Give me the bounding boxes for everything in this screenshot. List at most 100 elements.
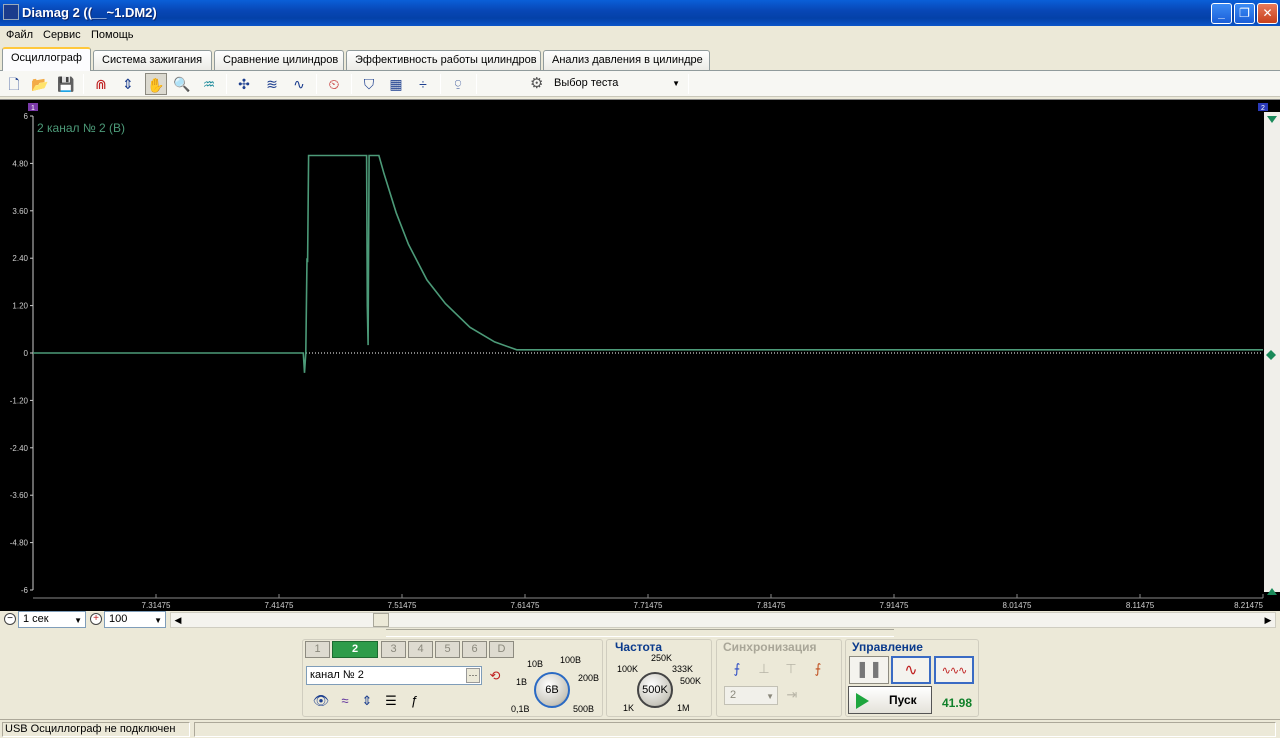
gear-icon: ⚙ (530, 75, 544, 92)
zoom-select[interactable]: 100 ▼ (104, 611, 166, 628)
single-sweep-icon[interactable]: ∿ (891, 656, 931, 684)
split-icon[interactable]: ÷ (412, 73, 434, 95)
voltage-label-500v: 500В (573, 704, 595, 714)
voltage-label-0-1v: 0,1В (511, 704, 530, 714)
channel-separate-icon[interactable]: ✣ (233, 73, 255, 95)
y-tick-label: -2.40 (10, 444, 29, 453)
cursor-b-icon[interactable]: ⇕ (117, 73, 139, 95)
tab-strip: Осциллограф Система зажигания Сравнение … (0, 47, 1280, 71)
scroll-thumb[interactable] (373, 613, 389, 627)
voltage-label-1v: 1В (516, 677, 528, 687)
timebase-select[interactable]: 1 сек ▼ (18, 611, 86, 628)
close-button[interactable]: ✕ (1257, 3, 1278, 24)
auto-icon[interactable]: ⍜ (447, 73, 469, 95)
channel-button-5[interactable]: 5 (435, 641, 460, 658)
channel-button-2[interactable]: 2 (332, 641, 378, 658)
window-title: Diamag 2 ((__~1.DM2) (22, 5, 157, 20)
chevron-down-icon: ▼ (154, 616, 162, 625)
oscilloscope-chart[interactable]: 6 4.80 3.60 2.40 1.20 0 -1.20 -2.40 -3.60 -4.80 -6… (0, 100, 1280, 612)
run-button[interactable]: Пуск (848, 686, 932, 714)
zoom-out-icon[interactable]: − (4, 613, 16, 625)
menu-file[interactable]: Файл (6, 29, 33, 41)
line-style-icon[interactable]: ☰ (381, 691, 401, 711)
voltage-knob-value: 6В (545, 684, 559, 696)
maximize-button[interactable]: ❐ (1234, 3, 1255, 24)
open-icon[interactable]: 📂 (29, 73, 51, 95)
zoom-in-icon[interactable]: + (90, 613, 102, 625)
sync-title: Синхронизация (723, 640, 817, 654)
y-tick-label: -1.20 (10, 396, 29, 405)
zoom-icon[interactable]: 🔍 (171, 73, 193, 95)
channel-reset-icon[interactable]: ⟲ (485, 666, 505, 686)
scroll-right-icon[interactable]: ▶ (1261, 613, 1275, 627)
pause-icon[interactable]: ❚❚ (849, 656, 889, 684)
sync-channel-value: 2 (730, 689, 737, 701)
x-tick-label: 7.51475 (388, 601, 417, 610)
chevron-down-icon: ▼ (672, 79, 680, 88)
test-select-dropdown[interactable]: ⚙ Выбор теста ▼ (528, 73, 686, 95)
sync-rising-icon[interactable]: ⨍ (726, 659, 748, 679)
tab-ignition-system[interactable]: Система зажигания (93, 50, 212, 70)
chart-background (0, 100, 1280, 612)
tab-cylinder-pressure[interactable]: Анализ давления в цилиндре (543, 50, 710, 70)
voltage-label-10v: 10В (527, 659, 544, 669)
timebase-value: 1 сек (23, 613, 49, 625)
minimize-button[interactable]: _ (1211, 3, 1232, 24)
channel-button-3[interactable]: 3 (381, 641, 406, 658)
hand-icon[interactable]: ✋ (145, 73, 167, 95)
panel-splitter[interactable] (386, 629, 894, 637)
channel-button-1[interactable]: 1 (305, 641, 330, 658)
oscilloscope-panel: 6 4.80 3.60 2.40 1.20 0 -1.20 -2.40 -3.60 -4.80 -6… (0, 99, 1280, 612)
tab-cylinder-efficiency[interactable]: Эффективность работы цилиндров (346, 50, 541, 70)
sync-auto-icon[interactable]: ⨍ (807, 659, 829, 679)
new-icon[interactable]: 🗋 (3, 73, 25, 95)
tab-oscilloscope[interactable]: Осциллограф (2, 47, 91, 71)
tab-label: Анализ давления в цилиндре (552, 54, 703, 66)
tab-label: Система зажигания (102, 54, 203, 66)
tab-cylinder-comparison[interactable]: Сравнение цилиндров (214, 50, 344, 70)
y-tick-label: -3.60 (10, 491, 29, 500)
channel-button-4[interactable]: 4 (408, 641, 433, 658)
menu-help[interactable]: Помощь (91, 29, 134, 41)
control-panel: 1 2 3 4 5 6 D канал № 2 ··· ⟲ 👁 ≈ ⇕ ☰ ƒ … (0, 629, 1280, 719)
cursor-a-icon[interactable]: ⋒ (90, 73, 112, 95)
freq-label-1k: 1K (623, 703, 635, 713)
x-tick-label: 7.31475 (142, 601, 171, 610)
channel-name-value: канал № 2 (310, 669, 364, 681)
sync-channel-select: 2 ▼ (724, 686, 778, 705)
save-icon[interactable]: 💾 (55, 73, 77, 95)
voltage-knob[interactable]: 6В (534, 672, 570, 708)
x-tick-label: 7.91475 (880, 601, 909, 610)
marker-2-label: 2 (1261, 105, 1265, 112)
eye-icon[interactable]: 👁 (311, 691, 331, 711)
channel-button-6[interactable]: 6 (462, 641, 487, 658)
channel-math-icon[interactable]: ∿ (288, 73, 310, 95)
auto-trigger-icon[interactable]: ⏲ (323, 73, 345, 95)
tab-label: Эффективность работы цилиндров (355, 54, 537, 66)
horizontal-scrollbar[interactable]: ◀ ▶ (170, 612, 1276, 628)
channel-overlay-icon[interactable]: ≋ (261, 73, 283, 95)
run-label: Пуск (889, 693, 917, 707)
y-tick-label: 3.60 (12, 207, 28, 216)
menu-service[interactable]: Сервис (43, 29, 81, 41)
fps-readout: 41.98 (942, 696, 973, 710)
frequency-knob[interactable]: 500K (637, 672, 673, 708)
sync-edge-up-icon: ⊥ (758, 661, 770, 676)
continuous-sweep-icon[interactable]: ∿∿∿ (934, 656, 974, 684)
signal-filter-icon[interactable]: ♒ (198, 73, 220, 95)
y-tick-label: -4.80 (10, 539, 29, 548)
scroll-left-icon[interactable]: ◀ (171, 613, 185, 627)
vertical-shift-icon[interactable]: ⇕ (357, 691, 377, 711)
y-tick-label: 1.20 (12, 302, 28, 311)
function-icon[interactable]: ƒ (404, 691, 424, 711)
x-tick-label: 7.81475 (757, 601, 786, 610)
waveform-icon[interactable]: ≈ (335, 691, 355, 711)
grid-icon[interactable]: ▦ (385, 73, 407, 95)
channel-button-digital[interactable]: D (489, 641, 514, 658)
channel-name-field[interactable]: канал № 2 ··· (306, 666, 482, 685)
menu-bar: Файл Сервис Помощь (0, 26, 1280, 46)
y-tick-label: 0 (24, 349, 29, 358)
frequency-title: Частота (615, 640, 663, 654)
channel-name-browse-button[interactable]: ··· (466, 668, 480, 683)
filter-icon[interactable]: ⛉ (358, 73, 380, 95)
